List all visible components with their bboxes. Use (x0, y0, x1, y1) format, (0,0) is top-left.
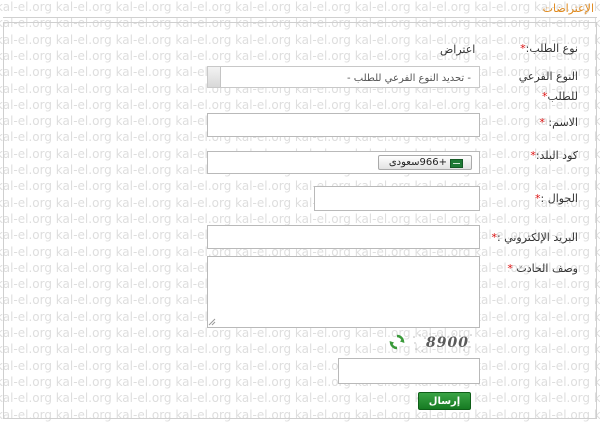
saudi-flag-icon (450, 159, 463, 168)
country-code-text: +966سعودى (388, 157, 447, 168)
email-label: البريد الإلكتروني :* (491, 231, 578, 244)
mobile-label: الجوال :* (535, 192, 578, 205)
subtype-label-line1: النوع الفرعي (518, 70, 578, 83)
subtype-label-line2: للطلب (547, 90, 578, 103)
mobile-input[interactable] (314, 186, 480, 211)
incident-description-textarea[interactable] (207, 256, 480, 328)
request-type-value: اعتراض (440, 43, 476, 56)
name-label: الاسم: * (539, 116, 578, 129)
captcha-code: 8900 (426, 335, 469, 351)
select-handle (208, 67, 221, 87)
submit-button[interactable]: إرسال (418, 392, 471, 410)
captcha-input[interactable] (338, 358, 480, 384)
page-title: الإعتراضات (542, 2, 594, 15)
title-divider (3, 17, 597, 18)
subtype-select[interactable]: - تحديد النوع الفرعي للطلب - (207, 66, 480, 88)
subtype-select-text: - تحديد النوع الفرعي للطلب - (347, 73, 471, 84)
country-code-label: كود البلد:* (530, 149, 578, 162)
incident-description-label: وصف الحادث * (507, 262, 578, 275)
name-input[interactable] (207, 113, 480, 137)
watermark-text-row: kal-el.org kal-el.org kal-el.org kal-el.… (0, 0, 600, 14)
resize-grip-icon[interactable] (208, 318, 216, 326)
required-mark: * (507, 262, 513, 275)
refresh-icon[interactable] (389, 334, 405, 350)
captcha-image: 8900 (412, 332, 474, 354)
request-type-label: نوع الطلب:* (520, 42, 578, 55)
country-code-button[interactable]: +966سعودى (378, 155, 472, 170)
required-mark: * (539, 116, 545, 129)
email-input[interactable] (207, 225, 480, 249)
subtype-label: النوع الفرعي للطلب* (519, 68, 578, 105)
